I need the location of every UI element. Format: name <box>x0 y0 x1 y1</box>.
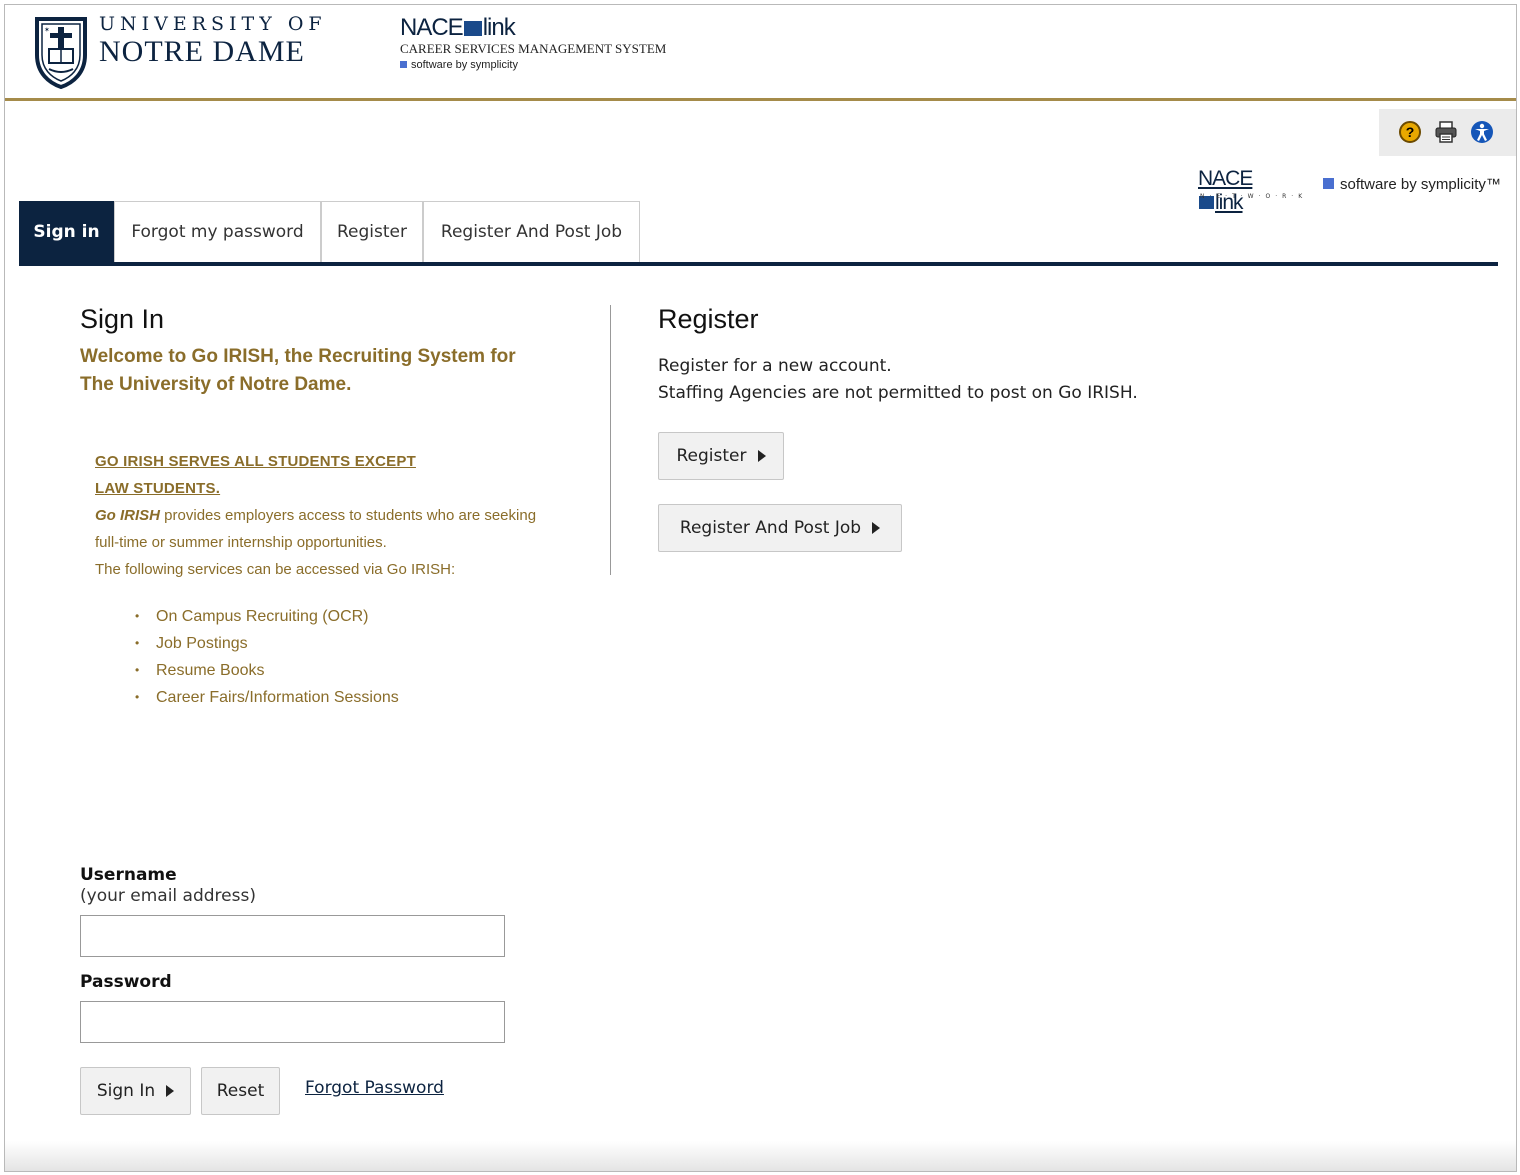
help-icon[interactable]: ? <box>1399 121 1421 143</box>
network-symplicity-credit: software by symplicity™ <box>1323 176 1501 193</box>
username-label: Username <box>80 865 177 885</box>
welcome-line1: Welcome to Go IRISH, the Recruiting Syst… <box>80 346 516 367</box>
main-tabs: Sign in Forgot my password Register Regi… <box>19 201 1498 266</box>
register-line1: Register for a new account. <box>658 356 892 376</box>
column-divider <box>610 305 611 575</box>
password-input[interactable] <box>80 1001 505 1043</box>
nacelink-logo: NACE link CAREER SERVICES MANAGEMENT SYST… <box>400 15 666 74</box>
symplicity-credit: software by symplicity <box>400 56 666 74</box>
printer-icon-svg <box>1435 121 1457 143</box>
nace-text: NACE <box>400 14 464 41</box>
list-item: Career Fairs/Information Sessions <box>135 684 399 711</box>
register-button[interactable]: Register <box>658 432 784 480</box>
welcome-line2: The University of Notre Dame. <box>80 374 352 395</box>
sign-in-button-label: Sign In <box>96 1081 156 1101</box>
play-arrow-icon <box>166 1085 175 1097</box>
goirish-info: GO IRISH SERVES ALL STUDENTS EXCEPT LAW … <box>95 448 605 583</box>
register-title: Register <box>658 304 759 334</box>
goirish-name: Go IRISH <box>95 507 161 524</box>
goirish-description-line2: full-time or summer internship opportuni… <box>95 534 387 551</box>
username-hint: (your email address) <box>80 886 256 906</box>
notre-dame-seal-icon: ✶ <box>35 17 87 89</box>
accessibility-icon-svg <box>1475 123 1489 141</box>
register-button-label: Register <box>676 446 747 466</box>
accessibility-icon[interactable] <box>1471 121 1493 143</box>
nacelink-tagline: CAREER SERVICES MANAGEMENT SYSTEM <box>400 41 667 56</box>
symplicity-credit-text: software by symplicity <box>411 59 518 71</box>
site-header: ✶ UNIVERSITY OF NOTRE DAME NACE link CARE… <box>5 5 1516 101</box>
university-wordmark: UNIVERSITY OF NOTRE DAME <box>99 13 327 69</box>
utility-toolbar: ? <box>1379 109 1516 156</box>
university-line1: UNIVERSITY OF <box>99 13 327 35</box>
network-symplicity-square-icon <box>1323 178 1334 189</box>
goirish-description-line3: The following services can be accessed v… <box>95 561 456 578</box>
symplicity-square-icon <box>400 61 407 68</box>
password-label: Password <box>80 972 172 992</box>
register-description: Register for a new account. Staffing Age… <box>658 353 1358 407</box>
nacelink-wordmark: NACE link <box>400 15 666 41</box>
register-section: Register Register for a new account. Sta… <box>658 303 1358 407</box>
printer-icon[interactable] <box>1435 121 1457 143</box>
tab-forgot-password[interactable]: Forgot my password <box>114 201 321 262</box>
tab-register[interactable]: Register <box>321 201 423 262</box>
serve-notice-line1: GO IRISH SERVES ALL STUDENTS EXCEPT <box>95 453 416 470</box>
services-list: On Campus Recruiting (OCR) Job Postings … <box>135 603 399 711</box>
list-item: Resume Books <box>135 657 399 684</box>
link-text: link <box>482 14 516 41</box>
forgot-password-link[interactable]: Forgot Password <box>305 1078 444 1098</box>
goirish-description: Go IRISH provides employers access to st… <box>95 502 605 529</box>
svg-text:✶: ✶ <box>44 26 50 34</box>
serve-notice-line2: LAW STUDENTS. <box>95 480 221 497</box>
tab-register-and-post-job[interactable]: Register And Post Job <box>423 201 640 262</box>
register-line2: Staffing Agencies are not permitted to p… <box>658 383 1138 403</box>
nacelink-mark-icon <box>463 21 482 36</box>
register-and-post-job-label: Register And Post Job <box>679 518 862 538</box>
play-arrow-icon <box>757 450 766 462</box>
network-symplicity-text: software by symplicity™ <box>1340 176 1501 193</box>
university-line2: NOTRE DAME <box>99 35 305 68</box>
reset-button[interactable]: Reset <box>201 1067 280 1115</box>
register-and-post-job-button[interactable]: Register And Post Job <box>658 504 902 552</box>
network-subtitle: N·E·T·W·O·R·K <box>1200 193 1308 200</box>
network-nace-text: NACE <box>1198 167 1253 190</box>
sign-in-button[interactable]: Sign In <box>80 1067 191 1115</box>
signin-title: Sign In <box>80 304 165 334</box>
play-arrow-icon <box>872 522 881 534</box>
welcome-message: Welcome to Go IRISH, the Recruiting Syst… <box>80 343 612 399</box>
signin-section: Sign In Welcome to Go IRISH, the Recruit… <box>80 303 612 399</box>
page-frame: ✶ UNIVERSITY OF NOTRE DAME NACE link CARE… <box>4 4 1517 1172</box>
username-input[interactable] <box>80 915 505 957</box>
footer-shade <box>5 1141 1516 1171</box>
goirish-description-text: provides employers access to students wh… <box>160 507 537 524</box>
tab-sign-in[interactable]: Sign in <box>19 201 114 262</box>
list-item: Job Postings <box>135 630 399 657</box>
list-item: On Campus Recruiting (OCR) <box>135 603 399 630</box>
